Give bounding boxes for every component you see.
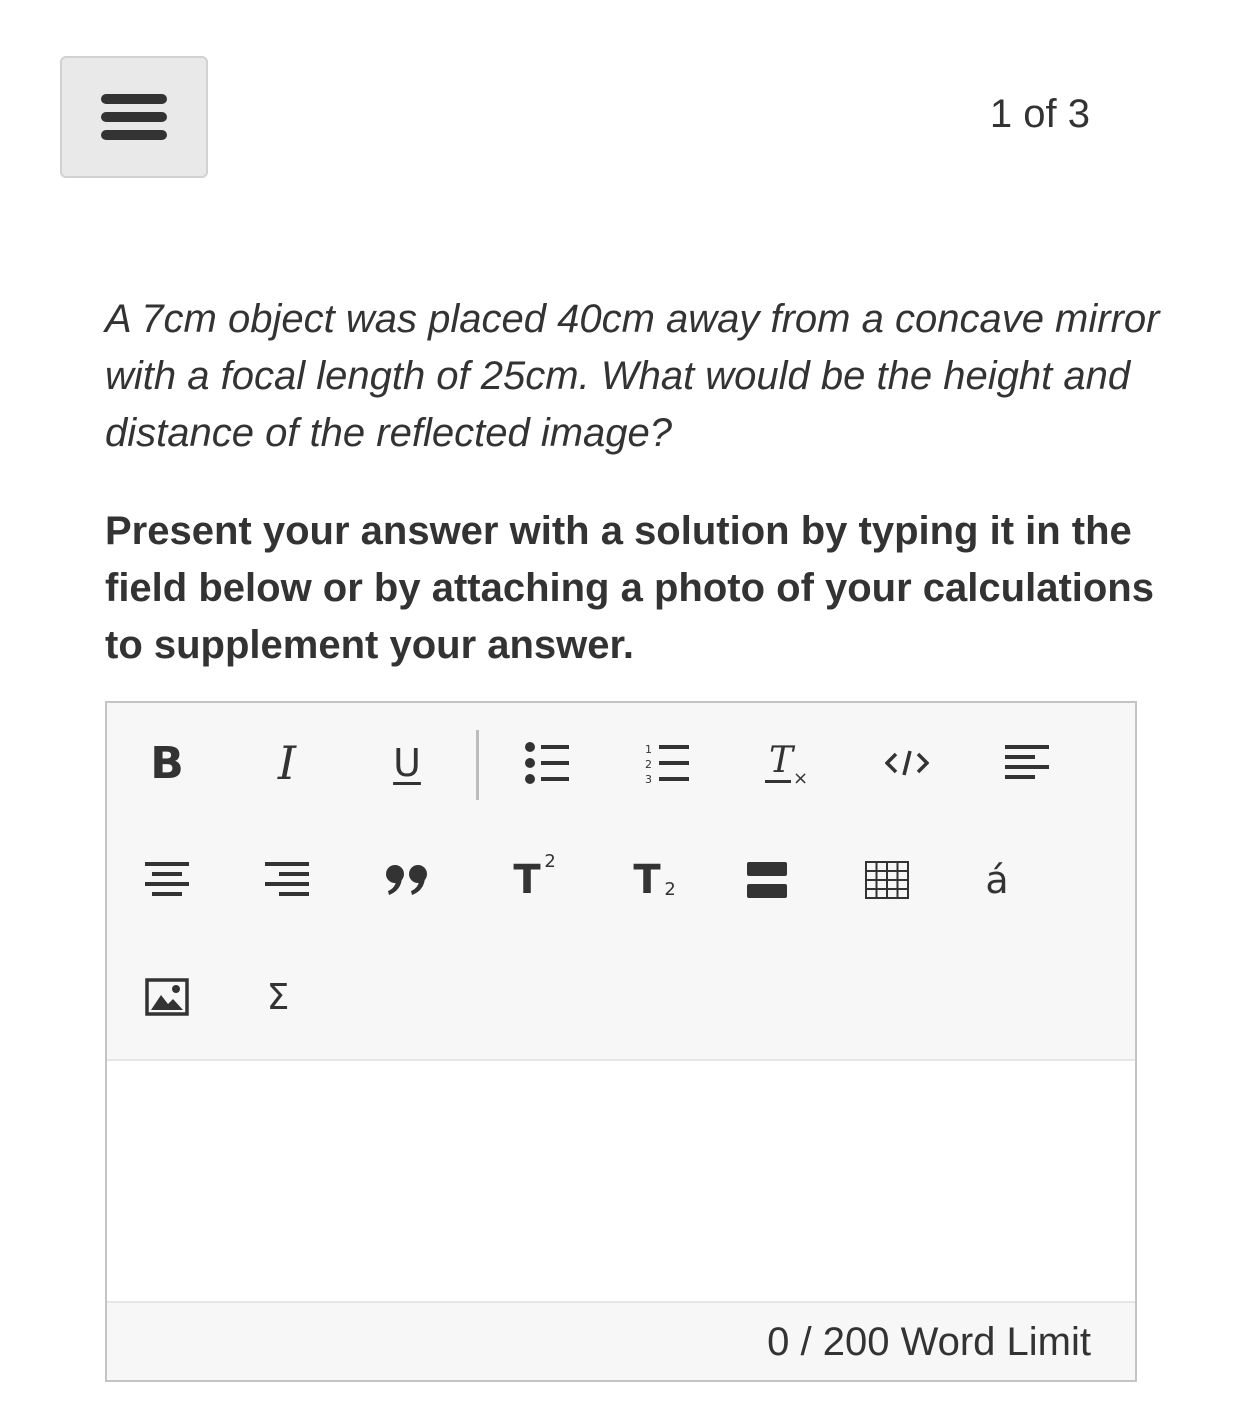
svg-text:3: 3 xyxy=(645,773,652,784)
superscript-button[interactable]: T2 xyxy=(482,845,572,915)
formula-icon: Σ xyxy=(266,976,290,1018)
superscript-icon: T2 xyxy=(513,851,555,903)
svg-text:2: 2 xyxy=(645,758,652,771)
blockquote-icon xyxy=(386,865,427,895)
align-right-icon xyxy=(265,862,309,896)
editor-toolbar: B I U 1 2 3 T × T 2 T 2 á Σ xyxy=(107,703,1135,1061)
answer-text-area[interactable] xyxy=(107,1061,1135,1301)
page-counter: 1 of 3 xyxy=(989,92,1090,136)
subscript-icon: T2 xyxy=(633,857,675,903)
align-center-button[interactable] xyxy=(122,845,212,915)
svg-text:1: 1 xyxy=(645,743,652,756)
numbered-list-icon: 1 2 3 xyxy=(645,743,689,784)
word-count: 0 xyxy=(767,1320,790,1364)
word-limit-label: / 200 Word Limit xyxy=(789,1320,1092,1364)
underline-icon: U xyxy=(393,741,421,785)
toolbar-separator xyxy=(476,730,479,800)
special-character-button[interactable]: á xyxy=(952,845,1042,915)
clear-formatting-button[interactable]: T × xyxy=(742,728,832,798)
rich-text-editor: B I U 1 2 3 T × T 2 T 2 á Σ 0 / 200 Word… xyxy=(105,701,1137,1382)
image-icon xyxy=(145,978,189,1016)
special-character-icon: á xyxy=(985,858,1009,902)
align-right-button[interactable] xyxy=(242,845,332,915)
hamburger-menu-icon xyxy=(101,94,167,140)
superscript-letter: T xyxy=(513,857,541,903)
numbered-list-button[interactable]: 1 2 3 xyxy=(622,728,712,798)
horizontal-rule-button[interactable] xyxy=(722,845,812,915)
question-page: 1 of 3 A 7cm object was placed 40cm away… xyxy=(0,0,1242,1428)
svg-text:T: T xyxy=(769,740,796,781)
word-limit-counter: 0 / 200 Word Limit xyxy=(767,1320,1091,1365)
answer-instruction: Present your answer with a solution by t… xyxy=(105,509,1154,667)
table-button[interactable] xyxy=(842,845,932,915)
subscript-digit: 2 xyxy=(664,879,676,900)
bullet-list-icon xyxy=(525,742,569,784)
underline-button[interactable]: U xyxy=(362,728,452,798)
svg-text:×: × xyxy=(793,768,808,786)
table-icon xyxy=(865,861,909,899)
horizontal-rule-icon xyxy=(747,862,787,898)
question-text: A 7cm object was placed 40cm away from a… xyxy=(105,297,1160,455)
superscript-digit: 2 xyxy=(544,851,556,872)
subscript-letter: T xyxy=(633,857,661,903)
clear-formatting-icon: T × xyxy=(765,740,808,786)
word-limit-bar: 0 / 200 Word Limit xyxy=(107,1301,1135,1380)
code-icon xyxy=(885,750,929,776)
insert-image-button[interactable] xyxy=(122,962,212,1032)
align-left-icon xyxy=(1005,745,1049,779)
align-left-button[interactable] xyxy=(982,728,1072,798)
menu-button[interactable] xyxy=(60,56,208,178)
blockquote-button[interactable] xyxy=(362,845,452,915)
align-center-icon xyxy=(145,862,189,896)
bold-icon: B xyxy=(150,737,184,789)
bold-button[interactable]: B xyxy=(122,728,212,798)
code-button[interactable] xyxy=(862,728,952,798)
italic-button[interactable]: I xyxy=(242,728,332,798)
subscript-button[interactable]: T2 xyxy=(602,845,692,915)
bullet-list-button[interactable] xyxy=(502,728,592,798)
insert-formula-button[interactable]: Σ xyxy=(233,962,323,1032)
italic-icon: I xyxy=(277,736,297,790)
